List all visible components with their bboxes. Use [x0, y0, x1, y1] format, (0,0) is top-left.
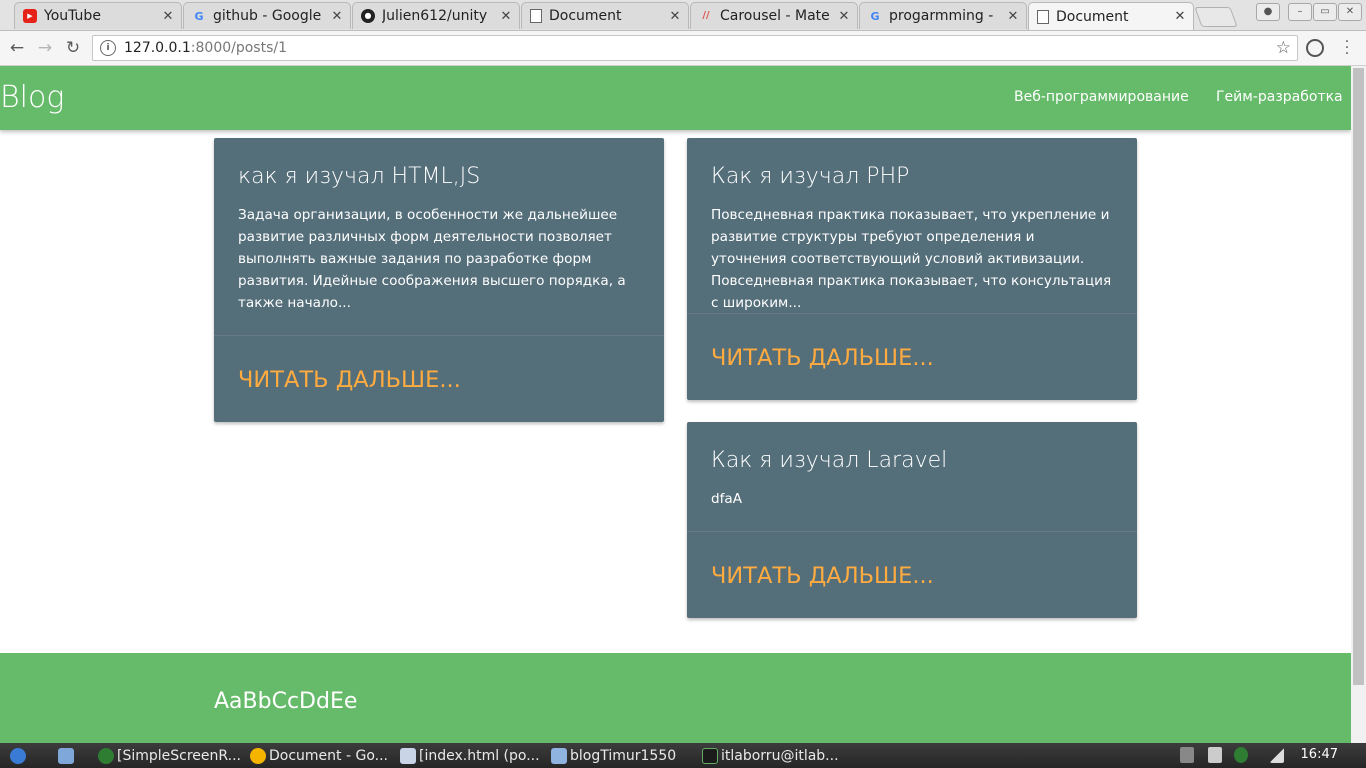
- start-menu-icon[interactable]: [10, 745, 29, 766]
- taskbar-item-editor[interactable]: [index.html (po...: [400, 745, 542, 766]
- page-viewport: Blog Веб-программирование Гейм-разработк…: [0, 66, 1351, 743]
- tab-document[interactable]: Document ✕: [521, 2, 689, 29]
- google-icon: G: [194, 9, 204, 23]
- tab-title: github - Google: [213, 8, 322, 24]
- tab-title: progarmming -: [889, 8, 994, 24]
- site-footer: AaBbCcDdEe: [0, 653, 1351, 743]
- close-icon[interactable]: ✕: [1173, 9, 1187, 24]
- card-action: Читать дальше...: [687, 531, 1137, 618]
- url-host: 127.0.0.1: [124, 40, 191, 56]
- card-action: Читать дальше...: [687, 313, 1137, 400]
- new-tab-button[interactable]: [1194, 7, 1238, 27]
- materialize-icon: //: [702, 10, 710, 21]
- reload-icon[interactable]: ↻: [62, 37, 84, 59]
- footer-title: AaBbCcDdEe: [214, 689, 358, 714]
- nav-link-game-dev[interactable]: Гейм-разработка: [1216, 89, 1343, 105]
- post-card: Как я изучал PHP Повседневная практика п…: [687, 138, 1137, 400]
- minimize-icon[interactable]: –: [1288, 3, 1312, 21]
- close-icon[interactable]: ✕: [161, 9, 175, 24]
- nav-link-web-programming[interactable]: Веб-программирование: [1014, 89, 1189, 105]
- post-card: как я изучал HTML,JS Задача организации,…: [214, 138, 664, 422]
- chrome-icon: [250, 747, 266, 764]
- post-excerpt: Повседневная практика показывает, что ук…: [711, 207, 1112, 311]
- taskbar-item-folder[interactable]: blogTimur1550: [551, 745, 693, 766]
- maximize-icon[interactable]: ▭: [1313, 3, 1337, 21]
- info-icon[interactable]: i: [100, 40, 116, 56]
- url-path: :8000/posts/1: [190, 40, 288, 56]
- os-taskbar: [SimpleScreenR... Document - Go... [inde…: [0, 743, 1366, 768]
- tab-carousel[interactable]: // Carousel - Mate ✕: [690, 2, 858, 29]
- back-icon[interactable]: ←: [6, 37, 28, 59]
- browser-toolbar: ← → ↻ i 127.0.0.1:8000/posts/1 ☆ · · ·: [0, 31, 1366, 66]
- tab-programming-search[interactable]: G progarmming - ✕: [859, 2, 1027, 29]
- close-icon[interactable]: ✕: [1006, 9, 1020, 24]
- read-more-link[interactable]: Читать дальше...: [711, 345, 934, 371]
- github-icon: ●: [361, 9, 375, 23]
- tab-title: Julien612/unity: [382, 8, 488, 24]
- network-signal-icon[interactable]: [1270, 747, 1284, 763]
- card-action: Читать дальше...: [214, 335, 664, 422]
- chrome-tray-icon[interactable]: [1234, 747, 1248, 763]
- post-title: Как я изучал PHP: [711, 164, 910, 189]
- terminal-icon: [702, 747, 718, 764]
- forward-icon[interactable]: →: [34, 37, 56, 59]
- browser-tab-strip: ▶ YouTube ✕ G github - Google ✕ ● Julien…: [0, 0, 1366, 31]
- tab-title: Document: [549, 8, 622, 24]
- dropbox-icon[interactable]: [1208, 747, 1222, 763]
- read-more-link[interactable]: Читать дальше...: [711, 563, 934, 589]
- address-bar[interactable]: i 127.0.0.1:8000/posts/1 ☆: [92, 35, 1298, 61]
- tab-document-active[interactable]: Document ✕: [1028, 2, 1194, 30]
- youtube-icon: ▶: [23, 9, 37, 23]
- taskbar-item-simplescreenrecorder[interactable]: [SimpleScreenR...: [98, 745, 240, 766]
- taskbar-item-chrome[interactable]: Document - Go...: [250, 745, 390, 766]
- taskbar-item-terminal[interactable]: itlaborru@itlab...: [702, 745, 844, 766]
- extension-icon[interactable]: [1306, 39, 1324, 57]
- tab-title: Document: [1056, 8, 1129, 25]
- page-scrollbar[interactable]: [1351, 66, 1366, 743]
- brand-logo[interactable]: Blog: [0, 80, 64, 115]
- editor-icon: [400, 747, 416, 764]
- post-card: Как я изучал Laravel dfaA Читать дальше.…: [687, 422, 1137, 618]
- profile-icon[interactable]: ●: [1256, 3, 1280, 21]
- menu-icon[interactable]: · · ·: [1344, 35, 1350, 61]
- tab-title: YouTube: [44, 8, 101, 24]
- tab-youtube[interactable]: ▶ YouTube ✕: [14, 2, 182, 29]
- recorder-icon: [98, 747, 114, 764]
- read-more-link[interactable]: Читать дальше...: [238, 367, 461, 393]
- post-title: Как я изучал Laravel: [711, 448, 948, 473]
- document-icon: [1037, 9, 1049, 24]
- close-icon[interactable]: ✕: [330, 9, 344, 24]
- battery-icon[interactable]: [1180, 747, 1194, 763]
- close-icon[interactable]: ✕: [668, 9, 682, 24]
- close-icon[interactable]: ✕: [837, 9, 851, 24]
- close-icon[interactable]: ✕: [499, 9, 513, 24]
- clock[interactable]: 16:47: [1301, 747, 1338, 762]
- document-icon: [530, 9, 542, 23]
- google-icon: G: [870, 9, 880, 23]
- tab-title: Carousel - Mate: [720, 8, 830, 24]
- site-navbar: Blog Веб-программирование Гейм-разработк…: [0, 66, 1351, 130]
- post-title: как я изучал HTML,JS: [238, 164, 481, 189]
- close-window-icon[interactable]: ✕: [1338, 3, 1362, 21]
- tab-github-repo[interactable]: ● Julien612/unity ✕: [352, 2, 520, 29]
- bookmark-star-icon[interactable]: ☆: [1276, 38, 1291, 58]
- scrollbar-thumb[interactable]: [1353, 68, 1364, 685]
- file-manager-icon[interactable]: [58, 745, 77, 766]
- folder-icon: [551, 747, 567, 764]
- tab-github-google[interactable]: G github - Google ✕: [183, 2, 351, 29]
- post-excerpt: dfaA: [711, 491, 743, 507]
- post-excerpt: Задача организации, в особенности же дал…: [238, 207, 626, 311]
